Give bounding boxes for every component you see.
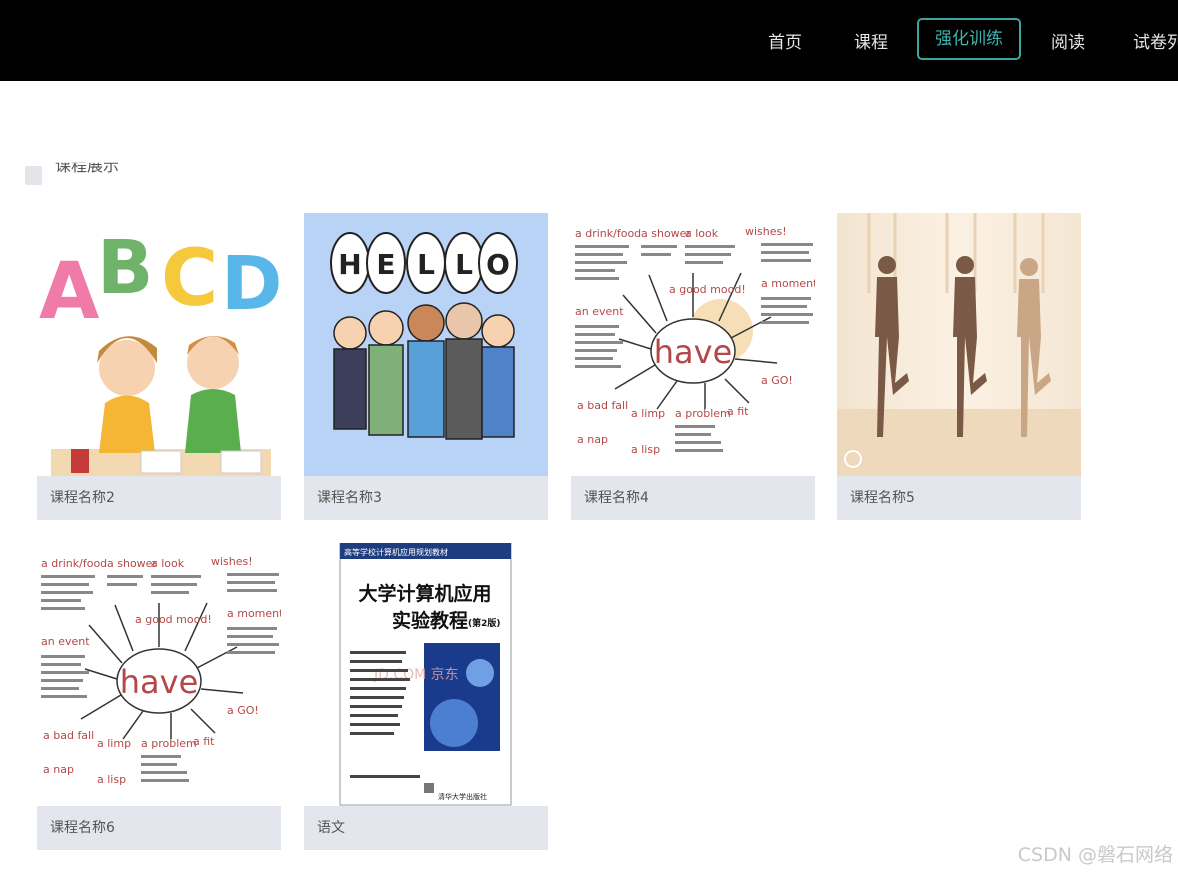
book-cover-icon: 高等学校计算机应用规划教材 大学计算机应用 实验教程 (第2版) JD.COM …: [304, 543, 548, 806]
book-edition: (第2版): [468, 617, 501, 629]
top-nav-bar: 首页 课程 强化训练 阅读 试卷列: [0, 0, 1178, 81]
topic-go: a GO!: [227, 704, 259, 717]
book-publisher: 清华大学出版社: [438, 792, 487, 801]
abcd-kids-icon: A B C D: [37, 213, 281, 476]
section-title: 课程展示: [55, 156, 120, 175]
letter-a: A: [39, 247, 99, 337]
topic-problem: a problem: [675, 407, 731, 420]
topic-drink: a drink/food: [41, 557, 107, 570]
topic-wishes: wishes!: [211, 555, 253, 568]
topic-fall: a bad fall: [43, 729, 94, 742]
letter-h: H: [338, 248, 361, 281]
topic-look: a look: [151, 557, 185, 570]
letter-c: C: [161, 234, 218, 324]
topic-event: an event: [575, 305, 624, 318]
topic-wishes: wishes!: [745, 225, 787, 238]
mindmap-center: have: [654, 333, 733, 371]
book-title-1: 大学计算机应用: [358, 582, 491, 605]
yoga-icon: [837, 213, 1081, 476]
nav-item-training[interactable]: 强化训练: [917, 18, 1021, 60]
watermark: CSDN @磐石网络: [1017, 844, 1173, 866]
topic-go: a GO!: [761, 374, 793, 387]
nav-item-courses[interactable]: 课程: [854, 28, 888, 53]
letter-e: E: [376, 248, 395, 281]
topic-moment: a moment: [227, 607, 281, 620]
topic-event: an event: [41, 635, 90, 648]
topic-mood: a good mood!: [669, 283, 746, 296]
topic-limp: a limp: [97, 737, 131, 750]
topic-moment: a moment: [761, 277, 815, 290]
topic-drink: a drink/food: [575, 227, 641, 240]
nav-item-reading[interactable]: 阅读: [1051, 28, 1085, 53]
topic-lisp: a lisp: [631, 443, 660, 456]
mindmap-center: have: [120, 663, 199, 701]
letter-d: D: [221, 241, 281, 327]
topic-lisp: a lisp: [97, 773, 126, 786]
topic-mood: a good mood!: [135, 613, 212, 626]
topic-problem: a problem: [141, 737, 197, 750]
letter-b: B: [97, 225, 153, 311]
topic-shower: a shower: [641, 227, 691, 240]
letter-o: O: [486, 248, 510, 281]
topic-nap: a nap: [577, 433, 608, 446]
have-mindmap-icon: have a drink/food a shower a look wishes…: [571, 213, 815, 476]
book-header: 高等学校计算机应用规划教材: [344, 547, 448, 557]
course-name: 课程名称4: [571, 476, 815, 520]
section-header: 课程展示: [25, 158, 225, 186]
nav-item-home[interactable]: 首页: [768, 28, 802, 53]
course-name: 课程名称6: [37, 806, 281, 850]
topic-look: a look: [685, 227, 719, 240]
letter-l1: L: [417, 248, 435, 281]
course-name: 语文: [304, 806, 548, 850]
course-name: 课程名称2: [37, 476, 281, 520]
course-name: 课程名称3: [304, 476, 548, 520]
book-title-2: 实验教程: [392, 609, 468, 632]
topic-shower: a shower: [107, 557, 157, 570]
hello-people-icon: H E L L O: [304, 213, 548, 476]
section-marker: [25, 166, 42, 185]
main-nav: 首页 课程 强化训练 阅读 试卷列: [0, 0, 1178, 81]
letter-l2: L: [455, 248, 473, 281]
topic-fall: a bad fall: [577, 399, 628, 412]
course-name: 课程名称5: [837, 476, 1081, 520]
nav-item-exams[interactable]: 试卷列: [1133, 28, 1178, 53]
have-mindmap-icon: have a drink/food a shower a look wishes…: [37, 543, 281, 806]
topic-limp: a limp: [631, 407, 665, 420]
topic-nap: a nap: [43, 763, 74, 776]
